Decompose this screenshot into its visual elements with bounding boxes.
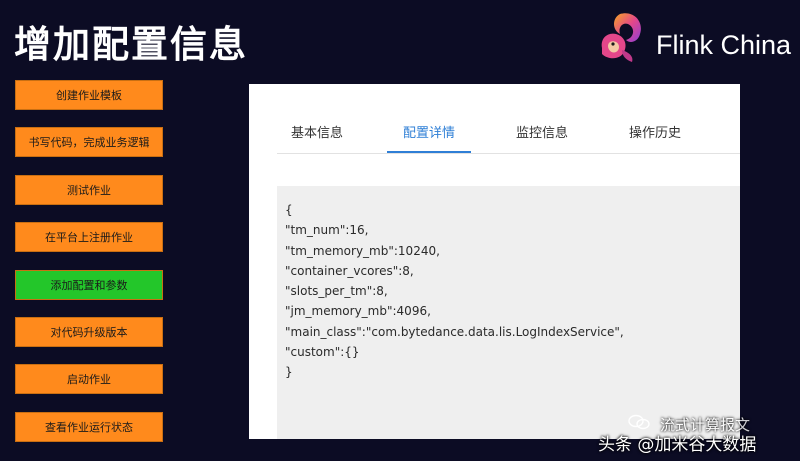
step-create-job-template[interactable]: 创建作业模板 — [15, 80, 163, 110]
code-line: "tm_memory_mb":10240, — [285, 243, 440, 258]
code-line: "jm_memory_mb":4096, — [285, 304, 431, 319]
brand-name: Flink China — [656, 30, 792, 60]
brand-logo-block: Flink China — [590, 8, 792, 70]
tab-basic-info[interactable]: 基本信息 — [291, 122, 343, 141]
config-panel: 基本信息 配置详情 监控信息 操作历史 { "tm_num":16, "tm_m… — [249, 84, 740, 439]
wechat-icon — [628, 414, 650, 430]
squirrel-icon — [601, 13, 641, 62]
tab-config-details[interactable]: 配置详情 — [403, 122, 455, 141]
config-json-viewer: { "tm_num":16, "tm_memory_mb":10240, "co… — [277, 186, 740, 439]
code-line: "tm_num":16, — [285, 223, 369, 238]
code-line: "container_vcores":8, — [285, 263, 414, 278]
code-line: "main_class":"com.bytedance.data.lis.Log… — [285, 324, 624, 339]
tab-divider — [277, 153, 740, 154]
tab-bar: 基本信息 配置详情 监控信息 操作历史 — [249, 84, 740, 154]
step-view-job-status[interactable]: 查看作业运行状态 — [15, 412, 163, 442]
slide-title: 增加配置信息 — [14, 23, 248, 66]
tab-operation-history[interactable]: 操作历史 — [629, 122, 681, 141]
step-write-code[interactable]: 书写代码，完成业务逻辑 — [15, 127, 163, 157]
step-test-job[interactable]: 测试作业 — [15, 175, 163, 205]
step-start-job[interactable]: 启动作业 — [15, 364, 163, 394]
watermark-source: 头条 @加米谷大数据 — [598, 435, 757, 455]
code-line: { — [285, 203, 293, 217]
step-register-job[interactable]: 在平台上注册作业 — [15, 222, 163, 252]
code-line: } — [285, 365, 293, 380]
step-add-config[interactable]: 添加配置和参数 — [15, 270, 163, 300]
code-line: "custom":{} — [285, 345, 360, 360]
tab-monitoring[interactable]: 监控信息 — [516, 122, 568, 141]
code-line: "slots_per_tm":8, — [285, 284, 388, 299]
step-upgrade-version[interactable]: 对代码升级版本 — [15, 317, 163, 347]
